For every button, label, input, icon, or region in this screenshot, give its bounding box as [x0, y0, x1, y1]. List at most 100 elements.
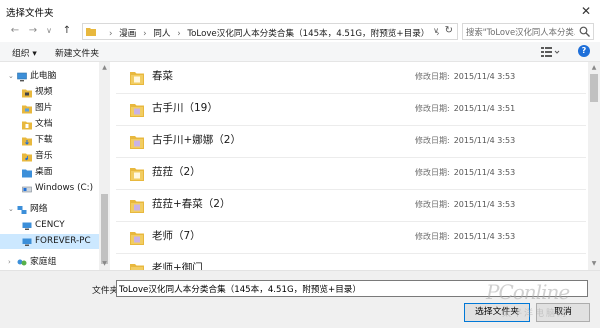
date-value: 2015/11/4 3:53 [453, 72, 516, 81]
network-computer-icon [22, 222, 32, 230]
chevron-down-icon[interactable]: ⌄ [8, 202, 14, 217]
sidebar-item-forever-pc[interactable]: FOREVER-PC [0, 234, 99, 249]
folder-name: 菈菈+春菜（2） [152, 198, 231, 210]
homegroup-icon [17, 259, 27, 266]
search-input[interactable] [463, 24, 575, 39]
content-scrollbar[interactable]: ▲ ▼ [588, 62, 600, 270]
window-title: 选择文件夹 [6, 8, 54, 19]
scroll-up-icon[interactable]: ▲ [100, 64, 109, 71]
scroll-down-icon[interactable]: ▼ [100, 260, 109, 267]
breadcrumb: › 漫画 › 同人 › ToLove汉化同人本分类合集（145本，4.51G，附… [109, 27, 444, 39]
breadcrumb-item-current[interactable]: ToLove汉化同人本分类合集（145本，4.51G，附预览+目录） [187, 29, 429, 39]
watermark-logo: PConline 太平洋电脑网 [478, 278, 598, 322]
music-folder-icon [22, 153, 32, 162]
list-item[interactable]: 老师（7） 修改日期: 2015/11/4 3:53 [116, 222, 586, 254]
modified-date: 修改日期: 2015/11/4 3:51 [415, 103, 515, 114]
folder-icon [130, 104, 144, 117]
sidebar-item-label: 视频 [35, 87, 53, 97]
breadcrumb-separator: › [143, 29, 147, 39]
file-list: 春菜 修改日期: 2015/11/4 3:53 古手川（19） 修改日期: 2015… [110, 62, 588, 270]
date-label: 修改日期: [415, 72, 450, 81]
new-folder-button[interactable]: 新建文件夹 [55, 46, 99, 59]
scrollbar-thumb[interactable] [590, 74, 598, 102]
up-arrow-icon[interactable]: ↑ [60, 24, 74, 38]
video-folder-icon [22, 89, 32, 98]
folder-icon [86, 28, 96, 36]
sidebar-item-network[interactable]: ⌄ 网络 [0, 202, 99, 217]
list-item[interactable]: 菈菈（2） 修改日期: 2015/11/4 3:53 [116, 158, 586, 190]
breadcrumb-item-doujin[interactable]: 同人 [153, 29, 170, 39]
folder-name: 古手川+娜娜（2） [152, 134, 241, 146]
sidebar-item-label: FOREVER-PC [35, 236, 91, 246]
folder-icon [130, 200, 144, 213]
watermark-subtitle: 太平洋电脑网 [502, 309, 569, 319]
sidebar-item-pictures[interactable]: 图片 [0, 101, 99, 116]
sidebar-item-label: CENCY [35, 220, 65, 230]
refresh-icon[interactable]: ↻ [445, 25, 453, 36]
sidebar-item-downloads[interactable]: 下载 [0, 133, 99, 148]
sidebar-item-this-pc[interactable]: ⌄ 此电脑 [0, 69, 99, 84]
list-item[interactable]: 老师+御门 [116, 254, 586, 270]
close-icon[interactable]: ✕ [578, 3, 594, 19]
sidebar-item-label: 家庭组 [30, 257, 57, 267]
date-value: 2015/11/4 3:53 [453, 232, 516, 241]
modified-date: 修改日期: 2015/11/4 3:53 [415, 231, 515, 242]
sidebar-item-cency[interactable]: CENCY [0, 218, 99, 233]
sidebar-item-label: 图片 [35, 103, 53, 113]
search-box[interactable] [462, 23, 594, 40]
network-computer-icon [22, 238, 32, 246]
sidebar-item-desktop[interactable]: 桌面 [0, 165, 99, 180]
folder-icon [130, 264, 144, 270]
sidebar-item-music[interactable]: 音乐 [0, 149, 99, 164]
list-item[interactable]: 古手川+娜娜（2） 修改日期: 2015/11/4 3:53 [116, 126, 586, 158]
sidebar-item-documents[interactable]: 文档 [0, 117, 99, 132]
organize-button[interactable]: 组织 ▾ [12, 46, 37, 59]
scrollbar-thumb[interactable] [101, 194, 108, 264]
drive-icon [22, 186, 32, 193]
folder-icon [130, 168, 144, 181]
scroll-down-icon[interactable]: ▼ [590, 260, 598, 267]
date-label: 修改日期: [415, 168, 450, 177]
folder-name: 春菜 [152, 70, 173, 82]
breadcrumb-item-manga[interactable]: 漫画 [119, 29, 136, 39]
date-label: 修改日期: [415, 104, 450, 113]
sidebar-item-label: 下载 [35, 135, 53, 145]
date-label: 修改日期: [415, 200, 450, 209]
list-item[interactable]: 春菜 修改日期: 2015/11/4 3:53 [116, 62, 586, 94]
modified-date: 修改日期: 2015/11/4 3:53 [415, 167, 515, 178]
forward-arrow-icon[interactable]: → [26, 24, 40, 38]
recent-locations-chevron-icon[interactable]: ∨ [42, 24, 56, 38]
address-bar[interactable]: › 漫画 › 同人 › ToLove汉化同人本分类合集（145本，4.51G，附… [82, 23, 458, 40]
date-value: 2015/11/4 3:51 [453, 104, 516, 113]
list-item[interactable]: 古手川（19） 修改日期: 2015/11/4 3:51 [116, 94, 586, 126]
folder-name: 古手川（19） [152, 102, 218, 114]
computer-icon [17, 72, 27, 82]
pictures-folder-icon [22, 105, 32, 114]
back-arrow-icon[interactable]: ← [8, 24, 22, 38]
chevron-down-icon[interactable]: ⌄ [8, 69, 14, 84]
sidebar-item-homegroup[interactable]: › 家庭组 [0, 255, 99, 270]
modified-date: 修改日期: 2015/11/4 3:53 [415, 199, 515, 210]
list-item[interactable]: 菈菈+春菜（2） 修改日期: 2015/11/4 3:53 [116, 190, 586, 222]
search-icon[interactable] [579, 26, 590, 37]
help-icon[interactable]: ? [578, 45, 590, 57]
address-dropdown-icon[interactable]: ∨ [433, 26, 439, 35]
date-value: 2015/11/4 3:53 [453, 168, 516, 177]
downloads-folder-icon [22, 137, 32, 146]
view-options-icon[interactable] [540, 46, 560, 58]
sidebar-item-label: 网络 [30, 204, 48, 214]
navigation-scrollbar[interactable]: ▲ ▼ [99, 62, 110, 270]
sidebar-item-label: 音乐 [35, 151, 53, 161]
date-label: 修改日期: [415, 232, 450, 241]
desktop-folder-icon [22, 169, 32, 178]
navigation-pane: ⌄ 此电脑 视频 图片 文档 下载 音乐 桌面 Windows (C:) ⌄ 网… [0, 62, 110, 270]
scroll-up-icon[interactable]: ▲ [590, 64, 598, 71]
network-icon [17, 206, 27, 214]
chevron-right-icon[interactable]: › [8, 255, 11, 270]
documents-folder-icon [22, 121, 32, 130]
folder-name: 老师+御门 [152, 262, 203, 270]
folder-icon [130, 136, 144, 149]
sidebar-item-videos[interactable]: 视频 [0, 85, 99, 100]
sidebar-item-windows-c[interactable]: Windows (C:) [0, 181, 99, 196]
folder-icon [130, 232, 144, 245]
